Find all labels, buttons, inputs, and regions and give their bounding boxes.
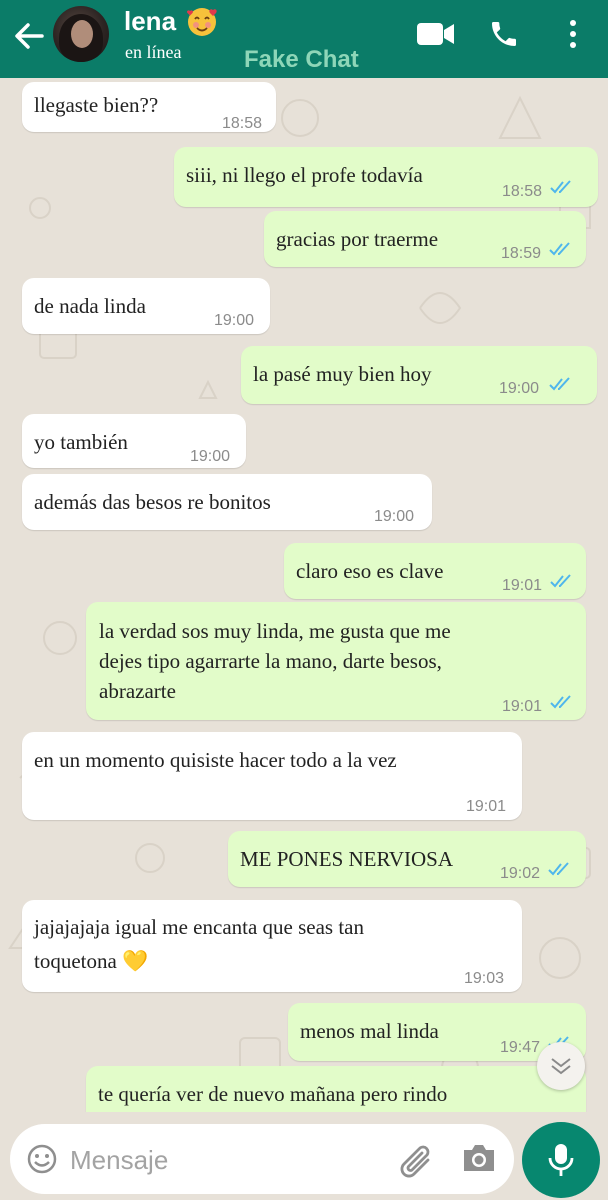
message-time: 19:00: [499, 380, 540, 397]
message-bubble-incoming[interactable]: llegaste bien?? 18:58: [22, 82, 276, 132]
message-time: 18:58: [502, 183, 543, 200]
message-time: 18:58: [222, 115, 263, 132]
message-text-line: abrazarte: [99, 679, 176, 703]
message-text: en un momento quisiste hacer todo a la v…: [34, 748, 397, 772]
emoji-icon[interactable]: [26, 1143, 58, 1175]
message-time: 19:01: [502, 577, 543, 594]
message-text: además das besos re bonitos: [34, 490, 271, 514]
message-text-line: dejes tipo agarrarte la mano, darte beso…: [99, 649, 442, 673]
message-text-line: jajajajaja igual me encanta que seas tan: [34, 915, 365, 939]
message-time: 18:59: [501, 245, 542, 262]
camera-icon[interactable]: [461, 1142, 497, 1174]
message-time: 19:00: [214, 312, 255, 329]
message-text: siii, ni llego el profe todavía: [186, 163, 423, 187]
message-time: 19:03: [464, 970, 505, 987]
message-list[interactable]: llegaste bien?? 18:58 siii, ni llego el …: [0, 78, 608, 1112]
message-time: 19:01: [502, 698, 543, 715]
message-bubble-outgoing[interactable]: la verdad sos muy linda, me gusta que me…: [86, 602, 586, 720]
contact-name[interactable]: lena: [124, 6, 176, 37]
chat-header: lena en línea Fake Chat: [0, 0, 608, 78]
more-vert-icon[interactable]: [566, 18, 580, 50]
read-receipt-icon: [550, 574, 571, 588]
video-call-icon[interactable]: [416, 20, 456, 48]
message-bubble-outgoing[interactable]: la pasé muy bien hoy 19:00: [241, 346, 597, 404]
message-bubble-outgoing[interactable]: claro eso es clave 19:01: [284, 543, 586, 599]
scroll-down-button[interactable]: [537, 1042, 585, 1090]
message-input[interactable]: Mensaje: [70, 1145, 168, 1176]
message-bubble-outgoing[interactable]: siii, ni llego el profe todavía 18:58: [174, 147, 598, 207]
message-text: te quería ver de nuevo mañana pero rindo: [98, 1082, 448, 1106]
message-text: la pasé muy bien hoy: [253, 362, 432, 386]
message-time: 19:01: [466, 798, 507, 815]
message-text: menos mal linda: [300, 1019, 439, 1043]
mic-icon: [548, 1144, 574, 1176]
back-arrow-icon[interactable]: [8, 18, 48, 54]
avatar[interactable]: [53, 6, 109, 62]
read-receipt-icon: [550, 695, 571, 709]
read-receipt-icon: [548, 862, 569, 876]
read-receipt-icon: [549, 242, 570, 256]
message-bubble-incoming[interactable]: además das besos re bonitos 19:00: [22, 474, 432, 530]
message-text: ME PONES NERVIOSA: [240, 847, 454, 871]
message-text: gracias por traerme: [276, 227, 439, 251]
message-bubble-outgoing[interactable]: ME PONES NERVIOSA 19:02: [228, 831, 586, 887]
scroll-down-icon: [551, 1058, 571, 1075]
read-receipt-icon: [549, 377, 570, 391]
message-bubble-outgoing[interactable]: gracias por traerme 18:59: [264, 211, 586, 267]
attach-icon[interactable]: [398, 1140, 438, 1178]
mic-button[interactable]: [522, 1122, 600, 1198]
message-bubble-incoming[interactable]: jajajajaja igual me encanta que seas tan…: [22, 900, 522, 992]
message-bubble-outgoing[interactable]: te quería ver de nuevo mañana pero rindo: [86, 1066, 586, 1112]
message-text: llegaste bien??: [34, 93, 159, 117]
message-time: 19:02: [500, 865, 541, 882]
smiling-face-hearts-icon: [187, 8, 217, 36]
contact-status: en línea: [125, 42, 182, 62]
message-text-line: la verdad sos muy linda, me gusta que me: [99, 619, 451, 643]
watermark-text: Fake Chat: [244, 46, 359, 73]
message-time: 19:47: [500, 1039, 541, 1056]
message-bubble-incoming[interactable]: yo también 19:00: [22, 414, 246, 468]
message-text: yo también: [34, 430, 128, 454]
message-bubble-incoming[interactable]: en un momento quisiste hacer todo a la v…: [22, 732, 522, 820]
message-text: claro eso es clave: [296, 559, 444, 583]
message-bubble-incoming[interactable]: de nada linda 19:00: [22, 278, 270, 334]
message-text: de nada linda: [34, 294, 146, 318]
phone-icon[interactable]: [488, 18, 520, 50]
message-time: 19:00: [190, 448, 231, 465]
message-text-line: toquetona 💛: [34, 949, 149, 973]
read-receipt-icon: [550, 180, 571, 194]
message-time: 19:00: [374, 508, 415, 525]
